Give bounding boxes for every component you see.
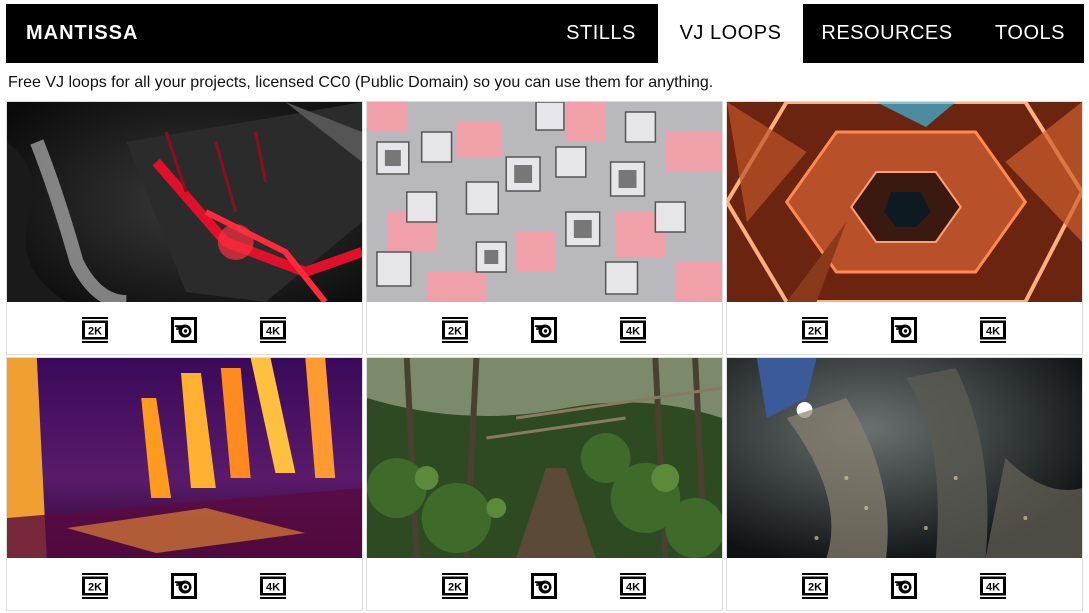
- blender-icon[interactable]: [170, 572, 198, 600]
- 2k-download-icon[interactable]: 2K: [81, 316, 109, 344]
- badge-4k-text: 4K: [986, 582, 1000, 594]
- badge-2k-text: 2K: [88, 326, 102, 338]
- loop-thumbnail[interactable]: [7, 102, 362, 302]
- badge-4k-text: 4K: [626, 582, 640, 594]
- nav-resources[interactable]: RESOURCES: [803, 4, 971, 63]
- 2k-download-icon[interactable]: 2K: [81, 572, 109, 600]
- 2k-download-icon[interactable]: 2K: [801, 572, 829, 600]
- badge-4k-text: 4K: [986, 326, 1000, 338]
- loop-card: 2K 4K: [726, 357, 1083, 611]
- badge-4k-text: 4K: [266, 582, 280, 594]
- badge-2k-text: 2K: [808, 582, 822, 594]
- nav-tools[interactable]: TOOLS: [976, 4, 1084, 63]
- badge-2k-text: 2K: [88, 582, 102, 594]
- loop-thumbnail[interactable]: [727, 102, 1082, 302]
- 4k-download-icon[interactable]: 4K: [259, 316, 287, 344]
- 4k-download-icon[interactable]: 4K: [259, 572, 287, 600]
- badge-4k-text: 4K: [626, 326, 640, 338]
- blender-icon[interactable]: [890, 316, 918, 344]
- 4k-download-icon[interactable]: 4K: [979, 316, 1007, 344]
- 4k-download-icon[interactable]: 4K: [979, 572, 1007, 600]
- 2k-download-icon[interactable]: 2K: [801, 316, 829, 344]
- nav-vj-loops[interactable]: VJ LOOPS: [658, 4, 803, 63]
- blender-icon[interactable]: [890, 572, 918, 600]
- loop-card: 2K 4K: [366, 357, 723, 611]
- 4k-download-icon[interactable]: 4K: [619, 572, 647, 600]
- blender-icon[interactable]: [170, 316, 198, 344]
- badge-2k-text: 2K: [448, 326, 462, 338]
- top-navigation-bar: MANTISSA STILLS VJ LOOPS RESOURCES TOOLS: [6, 4, 1084, 63]
- badge-2k-text: 2K: [448, 582, 462, 594]
- loop-thumbnail[interactable]: [7, 358, 362, 558]
- loop-card: 2K 4K: [726, 101, 1083, 355]
- blender-icon[interactable]: [530, 572, 558, 600]
- site-logo[interactable]: MANTISSA: [26, 4, 138, 63]
- intro-text: Free VJ loops for all your projects, lic…: [8, 74, 714, 91]
- 4k-download-icon[interactable]: 4K: [619, 316, 647, 344]
- loop-thumbnail[interactable]: [727, 358, 1082, 558]
- 2k-download-icon[interactable]: 2K: [441, 572, 469, 600]
- blender-icon[interactable]: [530, 316, 558, 344]
- loop-card: 2K 4K: [366, 101, 723, 355]
- badge-4k-text: 4K: [266, 326, 280, 338]
- 2k-download-icon[interactable]: 2K: [441, 316, 469, 344]
- loop-thumbnail[interactable]: [367, 102, 722, 302]
- loop-card: 2K 4K: [6, 357, 363, 611]
- nav-stills[interactable]: STILLS: [546, 4, 656, 63]
- badge-2k-text: 2K: [808, 326, 822, 338]
- loop-thumbnail[interactable]: [367, 358, 722, 558]
- loop-card: 2K 4K: [6, 101, 363, 355]
